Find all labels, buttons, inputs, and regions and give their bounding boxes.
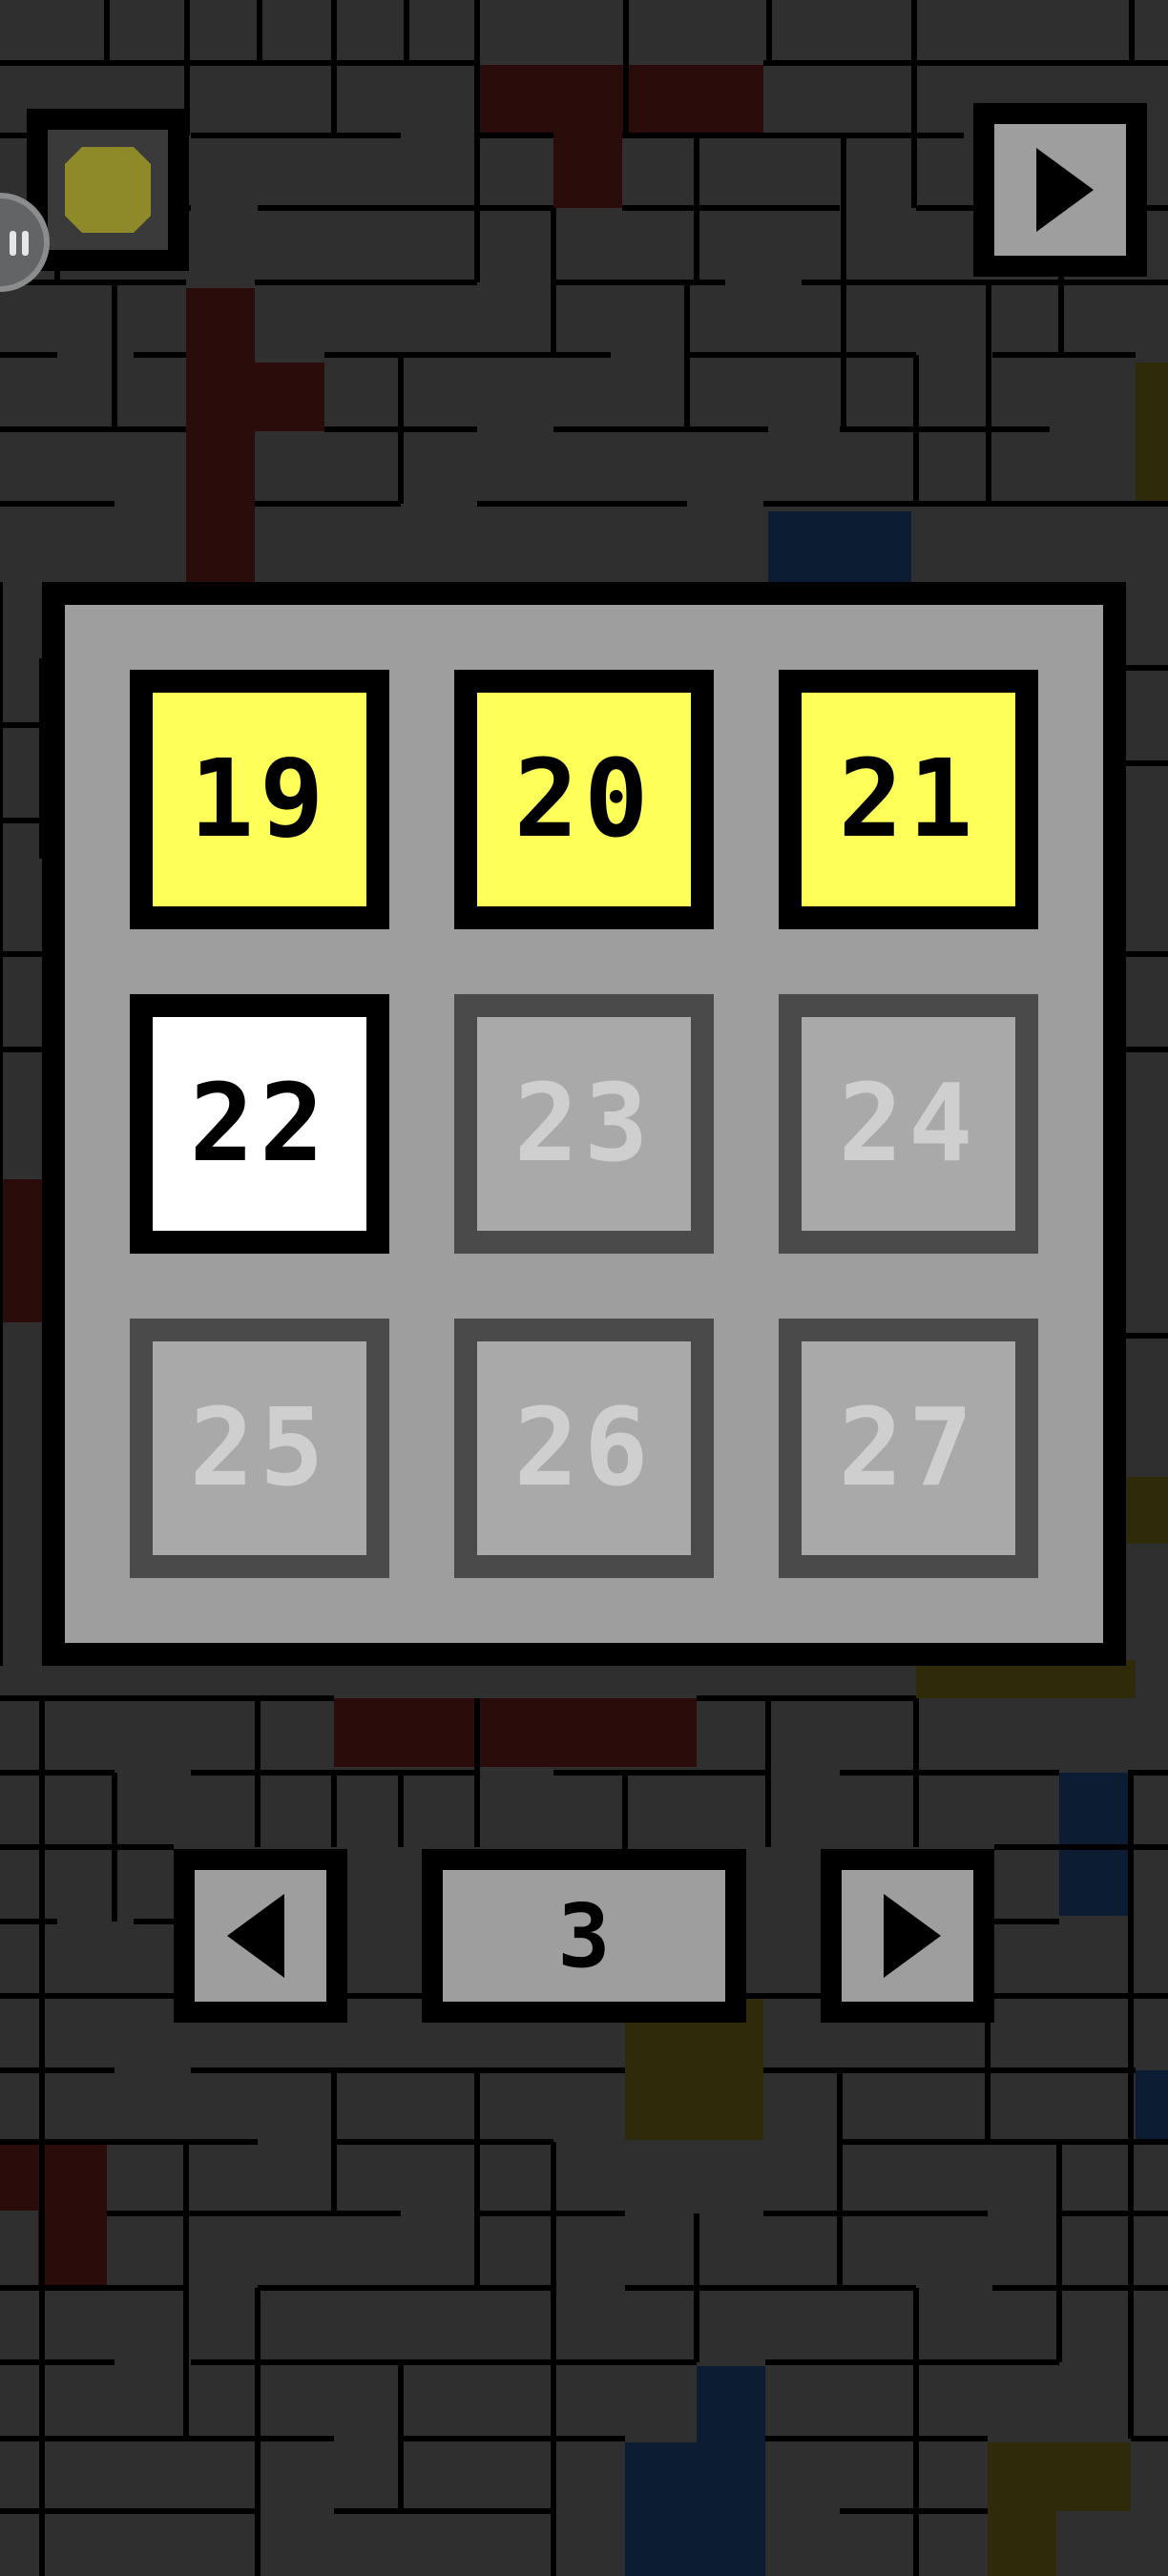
level-tile-22[interactable]: 22 <box>130 994 389 1254</box>
previous-page-button[interactable] <box>174 1849 347 2023</box>
level-tile-20[interactable]: 20 <box>454 670 714 929</box>
play-icon <box>1036 148 1094 232</box>
level-tile-27[interactable]: 27 <box>779 1319 1038 1578</box>
level-grid: 19 20 21 22 23 24 25 26 27 <box>65 605 1103 1643</box>
next-page-face <box>842 1870 973 2002</box>
level-tile-26[interactable]: 26 <box>454 1319 714 1578</box>
level-tile-23[interactable]: 23 <box>454 994 714 1254</box>
token-slot <box>48 130 168 250</box>
level-tile-21[interactable]: 21 <box>779 670 1038 929</box>
level-select-panel: 19 20 21 22 23 24 25 26 27 <box>42 582 1126 1666</box>
pause-icon <box>10 231 29 256</box>
level-tile-24[interactable]: 24 <box>779 994 1038 1254</box>
page-indicator: 3 <box>422 1849 746 2023</box>
yellow-coin-icon <box>65 147 151 233</box>
previous-page-face <box>195 1870 326 2002</box>
level-tile-25[interactable]: 25 <box>130 1319 389 1578</box>
page-number: 3 <box>443 1870 725 2002</box>
play-button-face <box>994 124 1126 256</box>
play-button[interactable] <box>973 103 1147 277</box>
next-page-button[interactable] <box>821 1849 994 2023</box>
arrow-right-icon <box>884 1894 941 1978</box>
token-button[interactable] <box>27 109 189 271</box>
arrow-left-icon <box>227 1894 284 1978</box>
level-tile-19[interactable]: 19 <box>130 670 389 929</box>
